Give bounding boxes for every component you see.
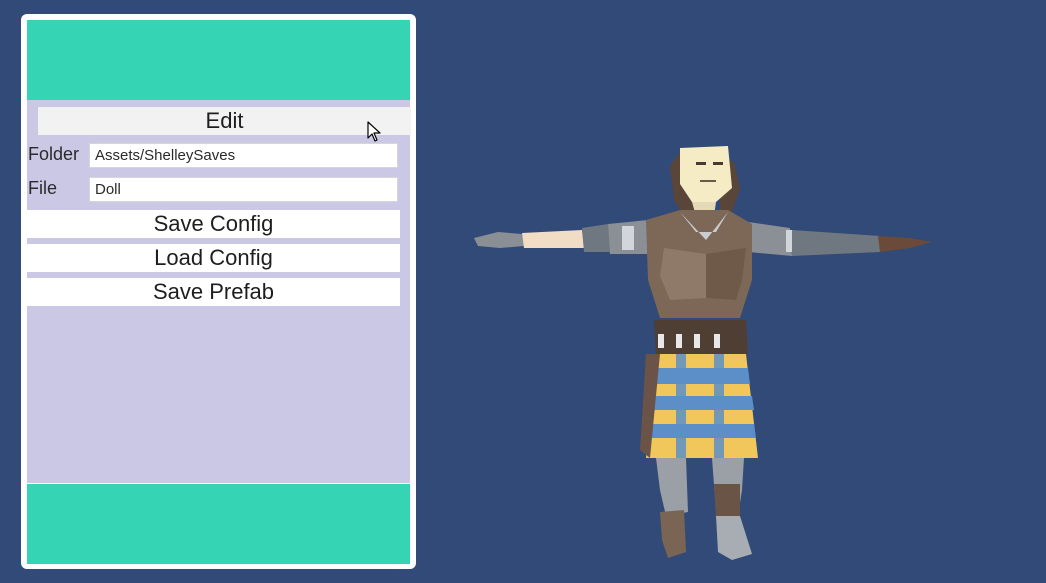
folder-label: Folder (28, 144, 80, 164)
save-prefab-button[interactable]: Save Prefab (27, 278, 400, 306)
head (670, 146, 740, 216)
character-editor-panel: Edit Folder File Save Config Load Config… (21, 14, 416, 569)
mouse-pointer-icon (367, 121, 381, 142)
file-label: File (28, 178, 58, 198)
panel-header-band (27, 20, 410, 100)
panel-body: Edit Folder File Save Config Load Config… (27, 100, 411, 483)
character-model-preview (474, 146, 932, 560)
kilt (640, 354, 758, 458)
edit-button[interactable]: Edit (38, 107, 411, 135)
left-arm (474, 220, 650, 254)
legs (656, 458, 752, 560)
panel-footer-band (27, 484, 410, 564)
save-config-button[interactable]: Save Config (27, 210, 400, 238)
file-input[interactable] (89, 177, 398, 202)
torso (646, 210, 752, 354)
load-config-button[interactable]: Load Config (27, 244, 400, 272)
right-arm (748, 222, 932, 256)
folder-input[interactable] (89, 143, 398, 168)
